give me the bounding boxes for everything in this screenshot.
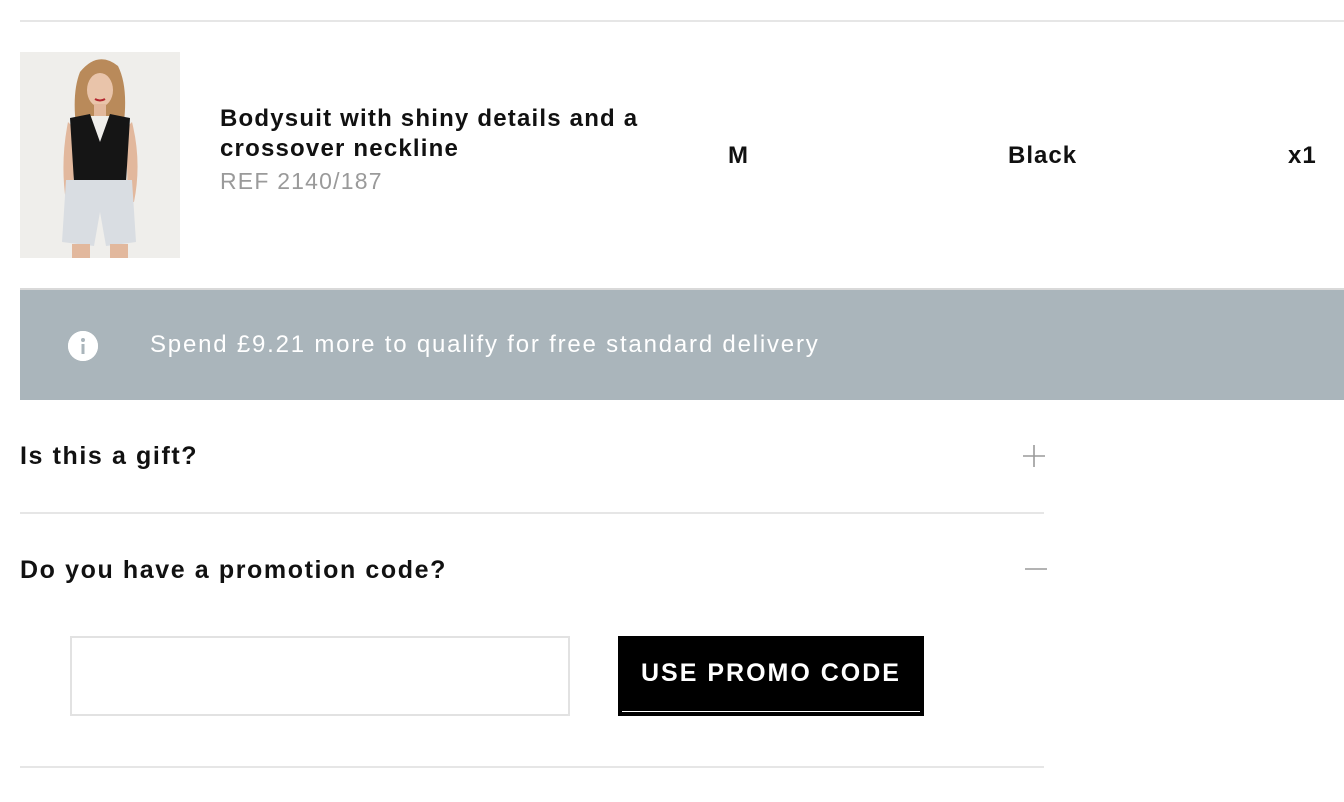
info-icon (68, 331, 98, 361)
delivery-banner: Spend £9.21 more to qualify for free sta… (20, 290, 1344, 400)
product-title[interactable]: Bodysuit with shiny details and a crosso… (220, 104, 660, 164)
minus-icon[interactable] (1024, 558, 1048, 582)
product-ref: REF 2140/187 (220, 168, 383, 194)
gift-accordion-title[interactable]: Is this a gift? (20, 441, 198, 471)
product-size: M (728, 142, 749, 169)
top-divider (20, 20, 1344, 22)
plus-icon[interactable] (1022, 444, 1046, 468)
promo-accordion: Do you have a promotion code? USE PROMO … (20, 514, 1047, 768)
button-underline (622, 711, 920, 712)
product-photo-icon (20, 52, 180, 258)
product-info: Bodysuit with shiny details and a crosso… (220, 104, 660, 196)
use-promo-code-label: USE PROMO CODE (641, 659, 901, 687)
cart-item-row: Bodysuit with shiny details and a crosso… (20, 52, 1344, 258)
promo-accordion-title[interactable]: Do you have a promotion code? (20, 555, 447, 585)
product-quantity: x1 (1288, 142, 1317, 169)
use-promo-code-button[interactable]: USE PROMO CODE (618, 636, 924, 716)
promo-code-input[interactable] (70, 636, 570, 716)
delivery-message: Spend £9.21 more to qualify for free sta… (150, 331, 820, 358)
gift-accordion[interactable]: Is this a gift? (20, 400, 1046, 514)
product-image[interactable] (20, 52, 180, 258)
product-color: Black (1008, 142, 1078, 169)
